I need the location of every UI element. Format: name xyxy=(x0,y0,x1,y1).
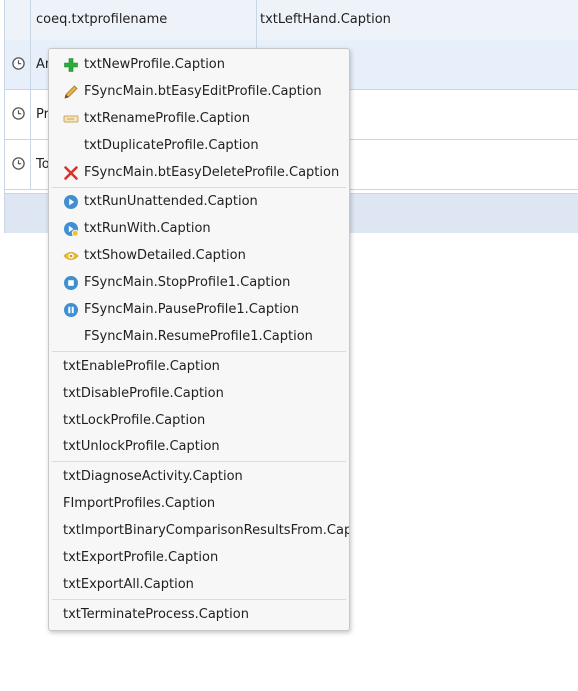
menu-item-import-profiles[interactable]: FImportProfiles.Caption xyxy=(49,491,349,517)
menu-item-label: FSyncMain.btEasyEditProfile.Caption xyxy=(84,84,322,99)
menu-item-label: txtDisableProfile.Caption xyxy=(63,386,224,401)
grid-header: coeq.txtprofilename txtLeftHand.Caption xyxy=(5,0,578,41)
menu-item-label: txtShowDetailed.Caption xyxy=(84,248,246,263)
grid-header-left-hand[interactable]: txtLeftHand.Caption xyxy=(257,0,578,40)
menu-separator xyxy=(52,461,346,462)
menu-item-label: txtLockProfile.Caption xyxy=(63,413,206,428)
menu-item-pause-profile[interactable]: FSyncMain.PauseProfile1.Caption xyxy=(49,297,349,323)
menu-item-label: txtNewProfile.Caption xyxy=(84,57,225,72)
delete-x-icon xyxy=(64,166,78,180)
menu-item-label: FSyncMain.ResumeProfile1.Caption xyxy=(84,329,313,344)
menu-item-disable-profile[interactable]: txtDisableProfile.Caption xyxy=(49,381,349,407)
menu-separator xyxy=(52,187,346,188)
menu-item-label: txtDiagnoseActivity.Caption xyxy=(63,469,243,484)
stop-icon xyxy=(64,276,78,290)
menu-item-label: txtImportBinaryComparisonResultsFrom.Cap… xyxy=(63,523,349,538)
rename-icon xyxy=(63,115,79,123)
menu-item-rename-profile[interactable]: txtRenameProfile.Caption xyxy=(49,106,349,132)
grid-header-icon-column[interactable] xyxy=(5,0,31,40)
menu-item-label: txtEnableProfile.Caption xyxy=(63,359,220,374)
menu-item-resume-profile[interactable]: FSyncMain.ResumeProfile1.Caption xyxy=(49,324,349,350)
menu-item-export-profile[interactable]: txtExportProfile.Caption xyxy=(49,545,349,571)
menu-item-label: txtUnlockProfile.Caption xyxy=(63,439,220,454)
menu-separator xyxy=(52,351,346,352)
menu-item-label: FSyncMain.PauseProfile1.Caption xyxy=(84,302,300,317)
menu-item-label: txtDuplicateProfile.Caption xyxy=(84,138,259,153)
grid-header-profile-name[interactable]: coeq.txtprofilename xyxy=(31,0,257,40)
menu-item-enable-profile[interactable]: txtEnableProfile.Caption xyxy=(49,354,349,380)
menu-item-run-with[interactable]: txtRunWith.Caption xyxy=(49,216,349,242)
menu-item-delete-profile[interactable]: FSyncMain.btEasyDeleteProfile.Caption xyxy=(49,160,349,186)
profile-context-menu: txtNewProfile.Caption FSyncMain.btEasyEd… xyxy=(48,48,350,631)
plus-icon xyxy=(64,58,78,72)
menu-separator xyxy=(52,599,346,600)
menu-item-lock-profile[interactable]: txtLockProfile.Caption xyxy=(49,408,349,434)
menu-item-export-all[interactable]: txtExportAll.Caption xyxy=(49,572,349,598)
menu-item-diagnose-activity[interactable]: txtDiagnoseActivity.Caption xyxy=(49,464,349,490)
menu-item-unlock-profile[interactable]: txtUnlockProfile.Caption xyxy=(49,434,349,460)
play-icon xyxy=(64,195,78,209)
menu-item-edit-profile[interactable]: FSyncMain.btEasyEditProfile.Caption xyxy=(49,79,349,105)
clock-icon xyxy=(12,107,25,120)
clock-icon xyxy=(12,57,25,70)
menu-item-label: FSyncMain.btEasyDeleteProfile.Caption xyxy=(84,165,340,180)
menu-item-duplicate-profile[interactable]: txtDuplicateProfile.Caption xyxy=(49,133,349,159)
menu-item-run-unattended[interactable]: txtRunUnattended.Caption xyxy=(49,189,349,215)
menu-item-label: txtExportProfile.Caption xyxy=(63,550,219,565)
menu-item-new-profile[interactable]: txtNewProfile.Caption xyxy=(49,52,349,78)
menu-item-label: txtTerminateProcess.Caption xyxy=(63,607,249,622)
menu-item-label: FImportProfiles.Caption xyxy=(63,496,216,511)
menu-item-stop-profile[interactable]: FSyncMain.StopProfile1.Caption xyxy=(49,270,349,296)
pause-icon xyxy=(64,303,78,317)
pencil-icon xyxy=(64,85,78,99)
clock-icon xyxy=(12,157,25,170)
run-with-icon xyxy=(64,222,79,237)
menu-item-label: FSyncMain.StopProfile1.Caption xyxy=(84,275,291,290)
menu-item-import-binary-comparison[interactable]: txtImportBinaryComparisonResultsFrom.Cap… xyxy=(49,518,349,544)
menu-item-label: txtRenameProfile.Caption xyxy=(84,111,250,126)
menu-item-label: txtRunWith.Caption xyxy=(84,221,211,236)
menu-item-terminate-process[interactable]: txtTerminateProcess.Caption xyxy=(49,602,349,628)
eye-icon xyxy=(63,252,79,260)
menu-item-label: txtRunUnattended.Caption xyxy=(84,194,258,209)
menu-item-show-detailed[interactable]: txtShowDetailed.Caption xyxy=(49,243,349,269)
menu-item-label: txtExportAll.Caption xyxy=(63,577,194,592)
